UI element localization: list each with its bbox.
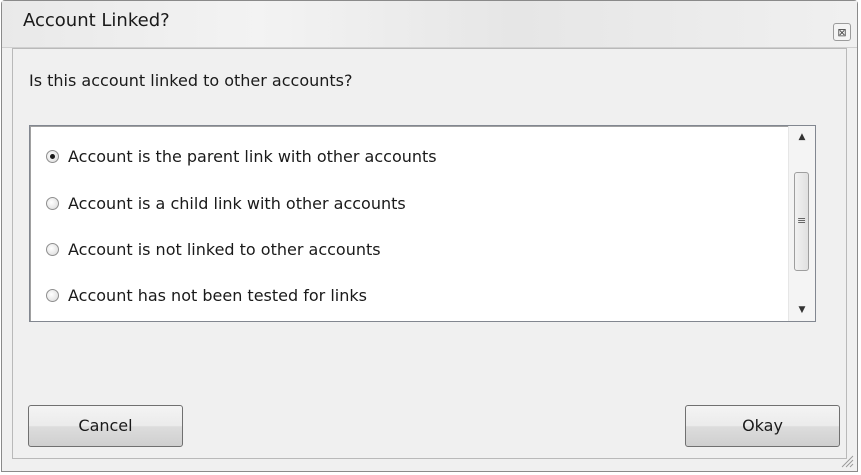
radio-button[interactable]: [46, 242, 59, 256]
scroll-up-arrow-icon[interactable]: ▲: [789, 126, 815, 148]
option-label[interactable]: Account has not been tested for links: [68, 286, 367, 305]
option-not-linked[interactable]: Account is not linked to other accounts: [46, 237, 381, 261]
title-bar: Account Linked? ⊠: [2, 1, 857, 48]
account-linked-dialog: Account Linked? ⊠ Is this account linked…: [1, 0, 858, 472]
option-child-link[interactable]: Account is a child link with other accou…: [46, 191, 406, 215]
radio-button[interactable]: [46, 288, 59, 302]
options-listbox[interactable]: Account is the parent link with other ac…: [29, 125, 816, 322]
window-title: Account Linked?: [23, 10, 170, 31]
option-label[interactable]: Account is the parent link with other ac…: [68, 147, 437, 166]
question-prompt: Is this account linked to other accounts…: [29, 71, 353, 90]
scroll-grip-icon: ≡: [797, 214, 807, 227]
vertical-scrollbar[interactable]: ▲ ≡ ▼: [788, 126, 815, 321]
resize-grip-icon[interactable]: [840, 454, 854, 468]
option-parent-link[interactable]: Account is the parent link with other ac…: [46, 144, 437, 168]
cancel-button[interactable]: Cancel: [28, 405, 183, 447]
radio-button-selected[interactable]: [46, 149, 59, 163]
option-not-tested[interactable]: Account has not been tested for links: [46, 283, 367, 307]
scroll-down-arrow-icon[interactable]: ▼: [789, 299, 815, 321]
close-button[interactable]: ⊠: [833, 23, 851, 41]
option-label[interactable]: Account is not linked to other accounts: [68, 240, 381, 259]
option-label[interactable]: Account is a child link with other accou…: [68, 194, 406, 213]
radio-button[interactable]: [46, 196, 59, 210]
okay-button[interactable]: Okay: [685, 405, 840, 447]
scroll-thumb[interactable]: ≡: [794, 172, 809, 271]
close-icon: ⊠: [837, 26, 847, 39]
